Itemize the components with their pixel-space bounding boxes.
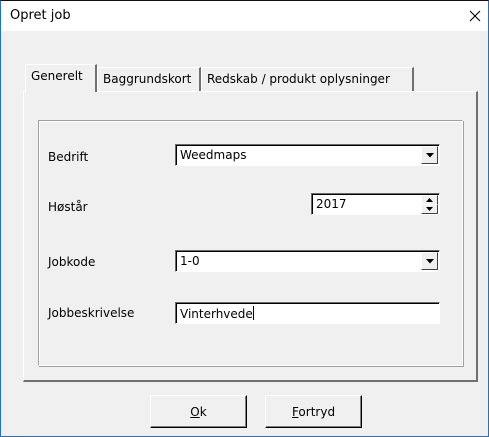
jobbeskrivelse-input[interactable]: Vinterhvede: [175, 302, 440, 324]
text-caret: [252, 306, 254, 320]
tab-redskab-produkt-label: Redskab / produkt oplysninger: [207, 72, 390, 86]
jobbeskrivelse-value-wrap: Vinterhvede: [180, 306, 254, 321]
bedrift-label: Bedrift: [48, 150, 89, 164]
jobbeskrivelse-value: Vinterhvede: [180, 307, 253, 321]
tab-redskab-produkt[interactable]: Redskab / produkt oplysninger: [201, 67, 414, 91]
hoestaar-value: 2017: [316, 197, 347, 211]
jobkode-label: Jobkode: [48, 255, 96, 269]
triangle-down-icon: [425, 258, 434, 263]
dialog-window: Opret job Generelt Baggrundskort Redskab…: [0, 0, 489, 437]
ok-button-label: Ok: [190, 404, 207, 419]
window-title: Opret job: [10, 8, 71, 23]
close-icon: [469, 10, 481, 22]
jobkode-value: 1-0: [180, 254, 200, 268]
hoestaar-label: Høstår: [48, 200, 88, 214]
bedrift-value: Weedmaps: [180, 148, 247, 162]
hoestaar-spin-down[interactable]: [421, 204, 438, 214]
triangle-down-icon: [426, 207, 433, 211]
title-bar: Opret job: [1, 1, 488, 31]
tab-generelt[interactable]: Generelt: [25, 64, 97, 92]
triangle-up-icon: [426, 198, 433, 202]
ok-button[interactable]: Ok: [150, 395, 247, 428]
jobkode-dropdown-button[interactable]: [421, 252, 438, 270]
jobkode-select[interactable]: 1-0: [175, 250, 440, 272]
triangle-down-icon: [425, 152, 434, 157]
tab-baggrundskort-label: Baggrundskort: [103, 72, 192, 86]
jobbeskrivelse-label: Jobbeskrivelse: [48, 306, 135, 320]
hoestaar-spinner[interactable]: 2017: [311, 193, 440, 215]
bedrift-dropdown-button[interactable]: [421, 146, 438, 164]
tab-panel-generelt: Bedrift Weedmaps Høstår 2017 Jobkode 1-0: [23, 91, 478, 382]
cancel-button[interactable]: Fortryd: [265, 395, 362, 428]
bedrift-select[interactable]: Weedmaps: [175, 144, 440, 166]
tab-baggrundskort[interactable]: Baggrundskort: [97, 67, 201, 91]
close-button[interactable]: [462, 1, 488, 31]
cancel-button-label: Fortryd: [291, 404, 336, 419]
tab-generelt-label: Generelt: [31, 69, 83, 83]
